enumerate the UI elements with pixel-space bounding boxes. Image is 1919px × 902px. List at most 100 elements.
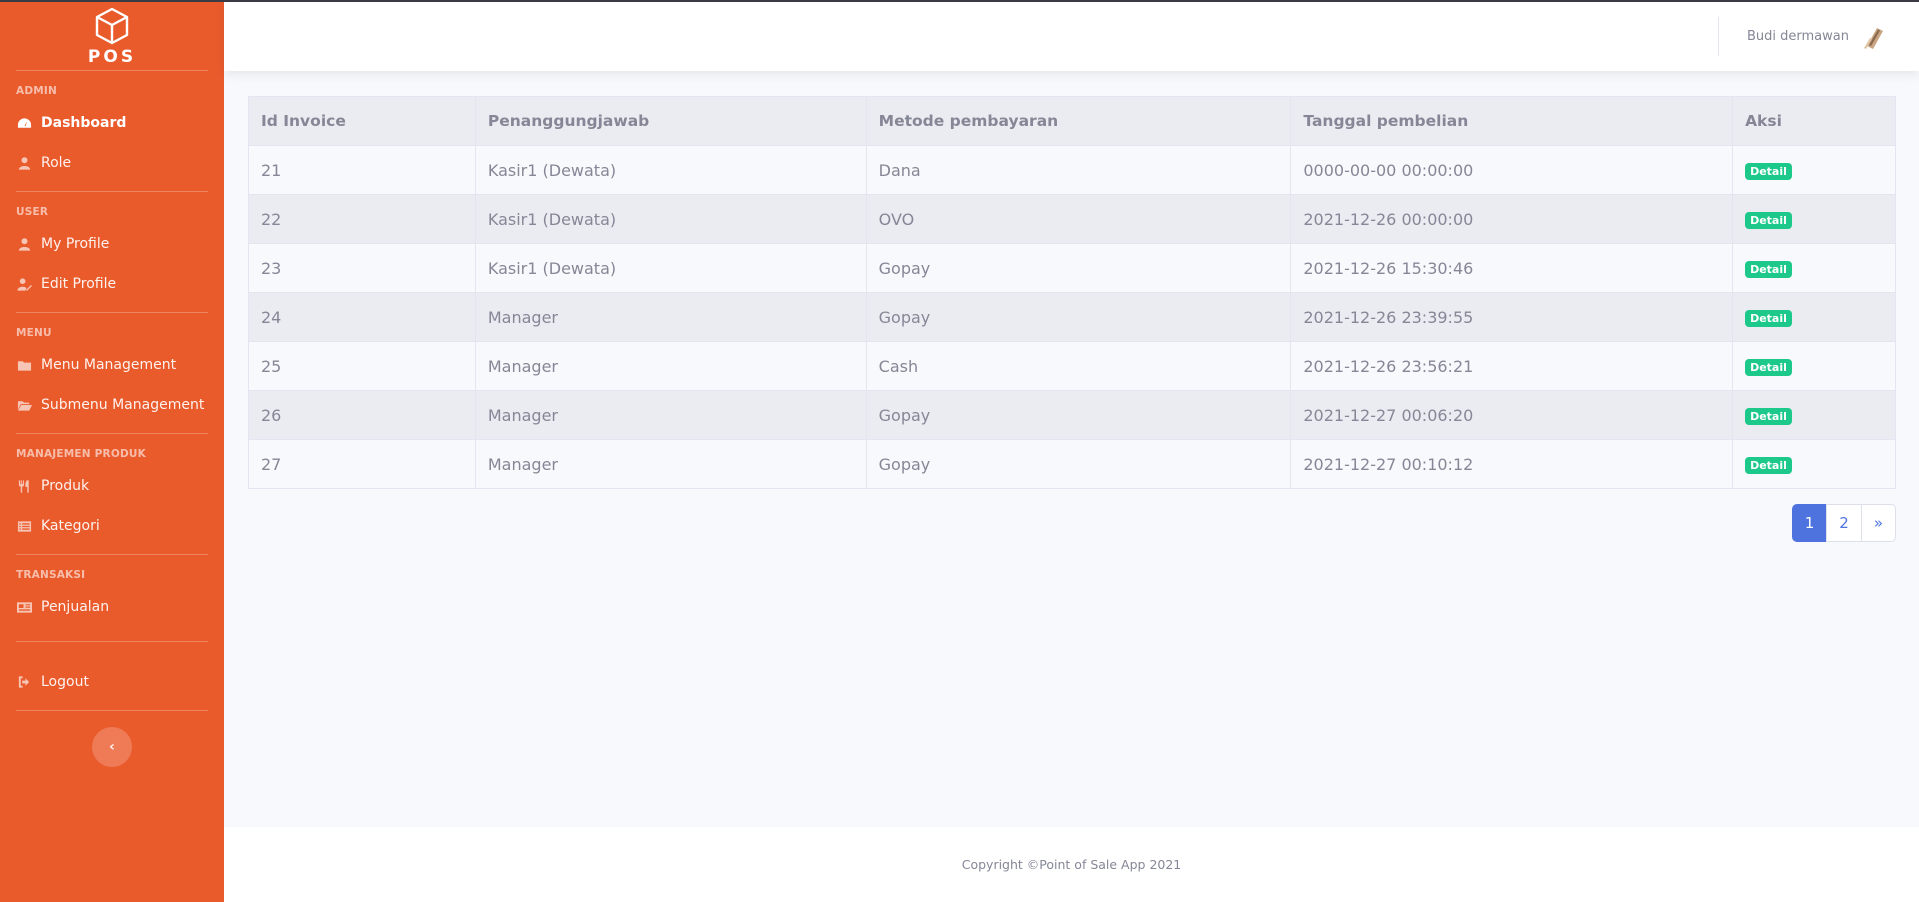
column-header: Penanggungjawab bbox=[474, 96, 867, 146]
footer: Copyright ©Point of Sale App 2021 bbox=[224, 827, 1919, 902]
sidebar-heading: Transaksi bbox=[16, 569, 86, 581]
brand-text: POS bbox=[87, 47, 137, 67]
table-row: 27 Manager Gopay 2021-12-27 00:10:12 Detail bbox=[248, 439, 1896, 489]
pagination-next[interactable]: » bbox=[1860, 504, 1896, 542]
pagination-page[interactable]: 1 bbox=[1791, 504, 1828, 542]
utensils-icon bbox=[16, 479, 32, 493]
sign-out-icon bbox=[16, 675, 32, 689]
sidebar-item-label: Menu Management bbox=[41, 357, 177, 373]
column-header: Tanggal pembelian bbox=[1290, 96, 1734, 146]
sidebar-item-penjualan[interactable]: Penjualan bbox=[0, 587, 224, 627]
brand-logo[interactable]: POS bbox=[0, 0, 224, 70]
table-cell: Gopay bbox=[865, 439, 1292, 489]
sidebar-item-label: Dashboard bbox=[41, 115, 127, 131]
table-cell: 22 bbox=[248, 194, 476, 244]
main-content: Id Invoice Penanggungjawab Metode pembayar… bbox=[248, 96, 1896, 542]
sidebar-heading: User bbox=[16, 206, 49, 218]
top-border bbox=[0, 0, 1919, 2]
avatar-image-icon bbox=[1864, 27, 1883, 49]
table-cell: 23 bbox=[248, 243, 476, 293]
cube-logo-icon bbox=[95, 7, 129, 45]
detail-button[interactable]: Detail bbox=[1745, 408, 1792, 425]
table-cell: 2021-12-27 00:06:20 bbox=[1290, 390, 1734, 440]
table-cell: 26 bbox=[248, 390, 476, 440]
sidebar-divider bbox=[16, 710, 208, 711]
sidebar-item-label: Role bbox=[41, 155, 72, 171]
detail-button[interactable]: Detail bbox=[1745, 310, 1792, 327]
user-avatar[interactable] bbox=[1859, 22, 1889, 52]
user-edit-icon bbox=[16, 277, 32, 291]
folder-open-icon bbox=[16, 398, 32, 412]
sidebar-item-label: Penjualan bbox=[41, 599, 110, 615]
table-cell: Detail bbox=[1732, 390, 1896, 440]
table-cell: 21 bbox=[248, 145, 476, 195]
sidebar-item-produk[interactable]: Produk bbox=[0, 466, 224, 506]
table-cell: 2021-12-26 00:00:00 bbox=[1290, 194, 1734, 244]
sidebar-toggle-button[interactable]: ‹ bbox=[92, 727, 132, 767]
table-cell: 0000-00-00 00:00:00 bbox=[1290, 145, 1734, 195]
table-cell: Manager bbox=[474, 390, 867, 440]
pagination-page[interactable]: 2 bbox=[1826, 504, 1862, 542]
table-cell: 25 bbox=[248, 341, 476, 391]
sidebar-item-label: My Profile bbox=[41, 236, 110, 252]
table-cell: Manager bbox=[474, 341, 867, 391]
topbar-divider bbox=[1718, 17, 1719, 56]
sidebar-item-my-profile[interactable]: My Profile bbox=[0, 224, 224, 264]
sidebar-heading: Admin bbox=[16, 85, 57, 97]
detail-button[interactable]: Detail bbox=[1745, 261, 1792, 278]
sidebar-heading: Manajemen Produk bbox=[16, 448, 146, 460]
user-icon bbox=[16, 237, 32, 251]
sidebar-item-role[interactable]: Role bbox=[0, 143, 224, 183]
sidebar-item-label: Kategori bbox=[41, 518, 100, 534]
table-cell: Detail bbox=[1732, 292, 1896, 342]
chevron-left-icon: ‹ bbox=[109, 739, 115, 755]
tachometer-icon bbox=[16, 116, 32, 130]
table-cell: Gopay bbox=[865, 390, 1292, 440]
detail-button[interactable]: Detail bbox=[1745, 457, 1792, 474]
column-header: Id Invoice bbox=[248, 96, 476, 146]
sidebar-item-label: Submenu Management bbox=[41, 397, 205, 413]
detail-button[interactable]: Detail bbox=[1745, 359, 1792, 376]
table-row: 23 Kasir1 (Dewata) Gopay 2021-12-26 15:30:4… bbox=[248, 243, 1896, 293]
sidebar-item-kategori[interactable]: Kategori bbox=[0, 506, 224, 546]
table-cell: 2021-12-26 23:39:55 bbox=[1290, 292, 1734, 342]
column-header: Metode pembayaran bbox=[865, 96, 1292, 146]
table-cell: Detail bbox=[1732, 194, 1896, 244]
user-icon bbox=[16, 156, 32, 170]
list-icon bbox=[16, 519, 32, 533]
logout-link[interactable]: Logout bbox=[0, 662, 224, 702]
table-cell: Kasir1 (Dewata) bbox=[474, 194, 867, 244]
detail-button[interactable]: Detail bbox=[1745, 163, 1792, 180]
table-cell: Detail bbox=[1732, 243, 1896, 293]
table-cell: Dana bbox=[865, 145, 1292, 195]
table-row: 26 Manager Gopay 2021-12-27 00:06:20 Detail bbox=[248, 390, 1896, 440]
sidebar-item-dashboard[interactable]: Dashboard bbox=[0, 103, 224, 143]
topbar: Budi dermawan bbox=[224, 2, 1919, 71]
table-cell: Manager bbox=[474, 439, 867, 489]
folder-icon bbox=[16, 358, 32, 372]
sidebar-item-menu-management[interactable]: Menu Management bbox=[0, 345, 224, 385]
table-cell: 27 bbox=[248, 439, 476, 489]
table-row: 25 Manager Cash 2021-12-26 23:56:21 Detail bbox=[248, 341, 1896, 391]
table-cell: Detail bbox=[1732, 439, 1896, 489]
table-header-row: Id Invoice Penanggungjawab Metode pembayar… bbox=[248, 96, 1896, 146]
table-cell: Detail bbox=[1732, 145, 1896, 195]
column-header: Aksi bbox=[1732, 96, 1896, 146]
table-cell: Kasir1 (Dewata) bbox=[474, 145, 867, 195]
sidebar-item-submenu-management[interactable]: Submenu Management bbox=[0, 385, 224, 425]
receipt-icon bbox=[16, 600, 32, 614]
table-row: 22 Kasir1 (Dewata) OVO 2021-12-26 00:00:00 D… bbox=[248, 194, 1896, 244]
table-cell: Cash bbox=[865, 341, 1292, 391]
table-cell: 2021-12-27 00:10:12 bbox=[1290, 439, 1734, 489]
table-cell: 24 bbox=[248, 292, 476, 342]
sidebar-item-label: Produk bbox=[41, 478, 90, 494]
detail-button[interactable]: Detail bbox=[1745, 212, 1792, 229]
sidebar-item-edit-profile[interactable]: Edit Profile bbox=[0, 264, 224, 304]
table-cell: OVO bbox=[865, 194, 1292, 244]
table-cell: Detail bbox=[1732, 341, 1896, 391]
copyright-text: Copyright ©Point of Sale App 2021 bbox=[961, 857, 1182, 872]
user-name[interactable]: Budi dermawan bbox=[1747, 29, 1849, 44]
table-cell: 2021-12-26 15:30:46 bbox=[1290, 243, 1734, 293]
table-cell: Gopay bbox=[865, 292, 1292, 342]
table-cell: Gopay bbox=[865, 243, 1292, 293]
